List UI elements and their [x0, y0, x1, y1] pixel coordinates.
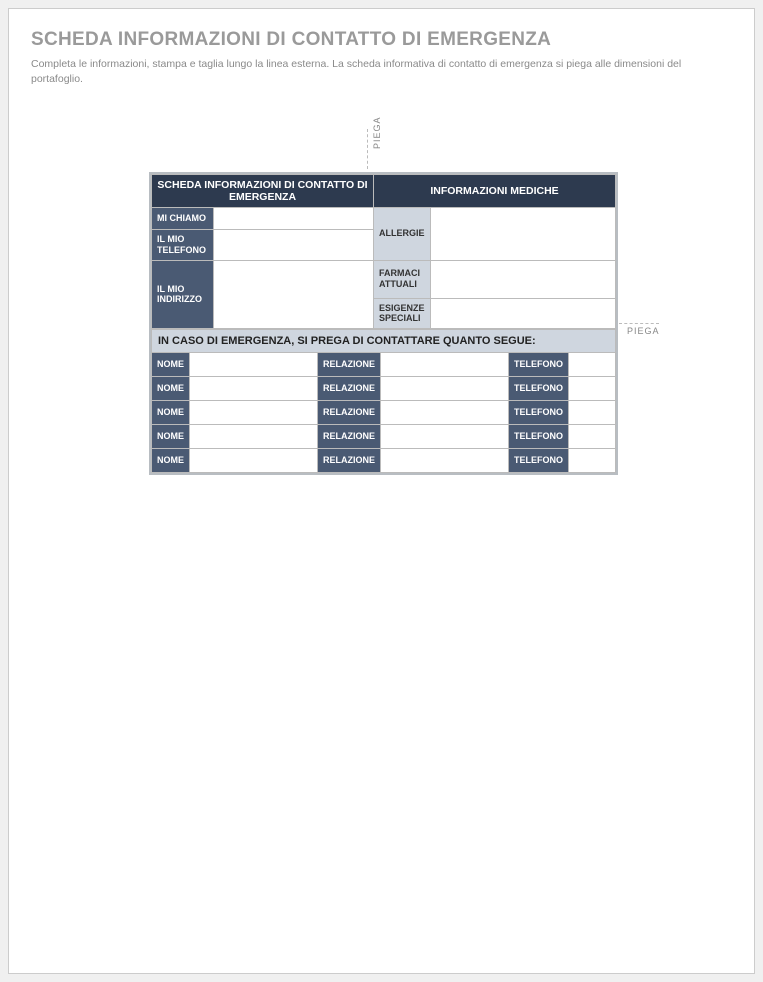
emergency-card: SCHEDA INFORMAZIONI DI CONTATTO DI EMERG…: [149, 172, 618, 475]
contact-value-name[interactable]: [190, 377, 318, 401]
fold-line-top: PIEGA: [367, 129, 368, 169]
contact-label-name: NOME: [152, 449, 190, 473]
contact-label-relation: RELAZIONE: [318, 353, 381, 377]
contact-value-relation[interactable]: [381, 377, 509, 401]
contact-value-phone[interactable]: [569, 377, 616, 401]
contact-value-name[interactable]: [190, 353, 318, 377]
contact-value-phone[interactable]: [569, 401, 616, 425]
label-allergies: ALLERGIE: [374, 208, 431, 261]
card-top-table: SCHEDA INFORMAZIONI DI CONTATTO DI EMERG…: [151, 174, 616, 329]
contact-label-name: NOME: [152, 425, 190, 449]
contact-value-name[interactable]: [190, 425, 318, 449]
contact-label-phone: TELEFONO: [509, 449, 569, 473]
value-special[interactable]: [430, 298, 615, 329]
contact-label-relation: RELAZIONE: [318, 449, 381, 473]
value-phone[interactable]: [214, 230, 374, 261]
document-page: SCHEDA INFORMAZIONI DI CONTATTO DI EMERG…: [8, 8, 755, 974]
contact-value-phone[interactable]: [569, 449, 616, 473]
contact-value-phone[interactable]: [569, 353, 616, 377]
page-subtitle: Completa le informazioni, stampa e tagli…: [31, 57, 732, 86]
label-meds: FARMACI ATTUALI: [374, 260, 431, 298]
contact-label-phone: TELEFONO: [509, 353, 569, 377]
contact-value-relation[interactable]: [381, 425, 509, 449]
contact-label-relation: RELAZIONE: [318, 377, 381, 401]
contact-value-relation[interactable]: [381, 401, 509, 425]
value-meds[interactable]: [430, 260, 615, 298]
contact-value-name[interactable]: [190, 401, 318, 425]
contact-value-relation[interactable]: [381, 449, 509, 473]
contact-label-name: NOME: [152, 401, 190, 425]
contact-label-phone: TELEFONO: [509, 377, 569, 401]
label-special: ESIGENZE SPECIALI: [374, 298, 431, 329]
contact-value-name[interactable]: [190, 449, 318, 473]
value-name[interactable]: [214, 208, 374, 230]
contact-label-name: NOME: [152, 353, 190, 377]
contact-label-relation: RELAZIONE: [318, 401, 381, 425]
value-allergies[interactable]: [430, 208, 615, 261]
label-phone: IL MIO TELEFONO: [152, 230, 214, 261]
fold-line-right: PIEGA: [619, 323, 659, 324]
contact-value-relation[interactable]: [381, 353, 509, 377]
value-address[interactable]: [214, 260, 374, 329]
contact-value-phone[interactable]: [569, 425, 616, 449]
fold-label-top: PIEGA: [372, 116, 382, 149]
fold-label-right: PIEGA: [627, 326, 660, 336]
contact-label-relation: RELAZIONE: [318, 425, 381, 449]
contact-label-phone: TELEFONO: [509, 401, 569, 425]
emergency-section-header: IN CASO DI EMERGENZA, SI PREGA DI CONTAT…: [152, 330, 616, 353]
label-name: MI CHIAMO: [152, 208, 214, 230]
contact-label-name: NOME: [152, 377, 190, 401]
header-right: INFORMAZIONI MEDICHE: [374, 175, 616, 208]
page-title: SCHEDA INFORMAZIONI DI CONTATTO DI EMERG…: [31, 29, 732, 51]
emergency-contacts-table: IN CASO DI EMERGENZA, SI PREGA DI CONTAT…: [151, 329, 616, 473]
label-address: IL MIO INDIRIZZO: [152, 260, 214, 329]
header-left: SCHEDA INFORMAZIONI DI CONTATTO DI EMERG…: [152, 175, 374, 208]
contact-label-phone: TELEFONO: [509, 425, 569, 449]
